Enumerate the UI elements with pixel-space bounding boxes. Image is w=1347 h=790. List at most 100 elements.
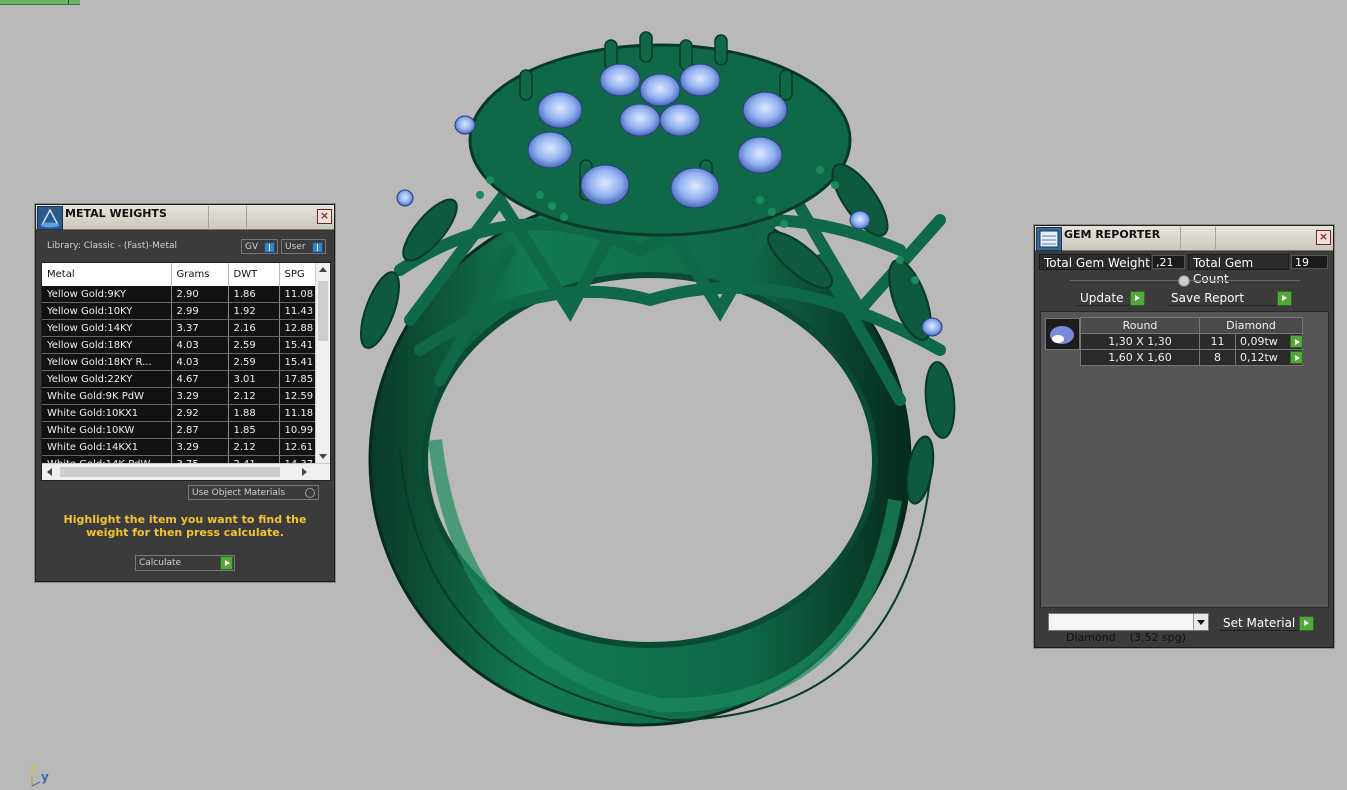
metal-weights-close-icon[interactable]: × [317,209,332,224]
gem-size: 1,60 X 1,60 [1080,349,1200,366]
gem-reporter-title: GEM REPORTER [1064,228,1161,241]
metal-weights-title: METAL WEIGHTS [65,207,167,220]
update-button[interactable]: Update [1076,290,1146,306]
metal-grams: 2.87 [171,421,229,439]
metal-dwt: 1.85 [228,421,280,439]
scroll-left-icon[interactable] [47,468,52,476]
table-row[interactable]: Yellow Gold:9KY 2.90 1.86 11.08 [42,286,316,303]
metal-spg: 11.43 [279,302,316,320]
material-select[interactable]: Diamond (3,52 spg) [1048,613,1209,644]
gem-count: 11 [1199,333,1236,350]
gem-row[interactable]: 1,60 X 1,60 8 0,12tw [1080,349,1304,366]
save-report-button[interactable]: Save Report [1167,290,1293,306]
metal-grams: 3.29 [171,387,229,405]
metal-name: White Gold:9K PdW [42,387,172,405]
gem-row-select-icon[interactable] [1290,351,1303,364]
total-gem-weight-label: Total Gem Weight [1039,254,1151,270]
metal-dwt: 2.12 [228,387,280,405]
set-material-button[interactable]: Set Material [1219,615,1315,631]
use-object-materials-toggle[interactable]: Use Object Materials [188,485,319,500]
metal-spg: 15.41 [279,336,316,354]
hscroll-thumb[interactable] [60,467,280,477]
top-tab-stub[interactable] [0,0,80,5]
metal-weights-panel: METAL WEIGHTS × Library: Classic - (Fast… [35,204,335,582]
gem-shape-header: Round [1080,317,1200,334]
metal-dwt: 1.92 [228,302,280,320]
table-row[interactable]: White Gold:14KX1 3.29 2.12 12.61 [42,438,316,456]
table-row[interactable]: White Gold:10KW 2.87 1.85 10.99 [42,421,316,439]
metal-library-label: Library: Classic - (Fast)-Metal [47,241,178,251]
calculate-label: Calculate [139,558,182,568]
metal-name: Yellow Gold:18KY R... [42,353,172,371]
gem-count: 8 [1199,349,1236,366]
metal-grams: 3.37 [171,319,229,337]
calculate-arrow-icon [220,556,233,570]
calculate-button[interactable]: Calculate [135,555,235,571]
scroll-thumb[interactable] [318,281,328,341]
gem-report-icon [1036,227,1062,251]
user-toggle-label: User [285,242,306,252]
save-report-label: Save Report [1171,291,1245,305]
metal-name: Yellow Gold:10KY [42,302,172,320]
metal-weights-titlebar[interactable]: METAL WEIGHTS × [36,205,334,230]
metal-grams: 3.29 [171,438,229,456]
scroll-right-icon[interactable] [302,468,307,476]
metal-name: White Gold:14KX1 [42,438,172,456]
table-row[interactable]: Yellow Gold:18KY R... 4.03 2.59 15.41 [42,353,316,371]
gem-row[interactable]: 1,30 X 1,30 11 0,09tw [1080,333,1304,350]
gem-size: 1,30 X 1,30 [1080,333,1200,350]
metal-grams: 2.99 [171,302,229,320]
metal-dwt: 1.88 [228,404,280,422]
gem-reporter-close-icon[interactable]: × [1316,230,1331,245]
col-header-grams[interactable]: Grams [171,263,229,286]
gem-slider-handle[interactable] [1178,275,1190,287]
gem-row-select-icon[interactable] [1290,335,1303,348]
table-row[interactable]: White Gold:9K PdW 3.29 2.12 12.59 [42,387,316,405]
metal-table-vscrollbar[interactable] [315,263,330,463]
metal-dwt: 2.59 [228,336,280,354]
metal-table-hscrollbar[interactable] [42,463,330,480]
gem-list-area: Round Diamond 1,30 X 1,30 11 0,09tw 1,60… [1040,311,1329,608]
gem-reporter-titlebar[interactable]: GEM REPORTER × [1035,226,1333,251]
metal-dwt: 3.01 [228,370,280,388]
round-gem-icon[interactable] [1045,318,1080,350]
metal-name: Yellow Gold:14KY [42,319,172,337]
col-header-dwt[interactable]: DWT [228,263,280,286]
table-row[interactable]: White Gold:10KX1 2.92 1.88 11.18 [42,404,316,422]
metal-spg: 12.61 [279,438,316,456]
metal-dwt: 2.59 [228,353,280,371]
user-toggle[interactable]: User [281,239,326,254]
metal-dwt: 2.12 [228,438,280,456]
scroll-down-icon[interactable] [319,454,327,459]
metal-spg: 12.59 [279,387,316,405]
metal-scale-icon [37,206,63,230]
metal-grams: 2.92 [171,404,229,422]
metal-name: Yellow Gold:18KY [42,336,172,354]
set-material-arrow-icon [1299,616,1314,631]
save-report-arrow-icon [1277,291,1292,306]
scroll-up-icon[interactable] [319,267,327,272]
gv-toggle[interactable]: GV [241,239,278,254]
table-row[interactable]: Yellow Gold:10KY 2.99 1.92 11.43 [42,302,316,320]
ring-3d-viewport[interactable] [340,20,1020,740]
metal-grams: 4.67 [171,370,229,388]
col-header-metal[interactable]: Metal [42,263,172,286]
metal-table-frame: Metal Grams DWT SPG Yellow Gold:9KY 2.90 1… [41,262,331,481]
col-header-spg[interactable]: SPG [279,263,316,286]
total-gem-count-value: 19 [1291,255,1328,269]
metal-grams: 4.03 [171,353,229,371]
table-row[interactable]: Yellow Gold:18KY 4.03 2.59 15.41 [42,336,316,354]
metal-name: Yellow Gold:9KY [42,286,172,303]
gem-reporter-panel: GEM REPORTER × Total Gem Weight ,21 Tota… [1034,225,1334,648]
total-gem-count-label: Total Gem Count [1188,254,1289,286]
radio-off-icon [305,488,315,498]
gv-toggle-label: GV [245,242,259,252]
table-row[interactable]: Yellow Gold:14KY 3.37 2.16 12.88 [42,319,316,337]
table-row[interactable]: Yellow Gold:22KY 4.67 3.01 17.85 [42,370,316,388]
metal-spg: 11.08 [279,286,316,303]
gem-material-header: Diamond [1198,317,1304,334]
user-toggle-knob-icon [312,242,323,253]
total-gem-weight-value: ,21 [1152,255,1185,269]
metal-dwt: 1.86 [228,286,280,303]
metal-spg: 10.99 [279,421,316,439]
